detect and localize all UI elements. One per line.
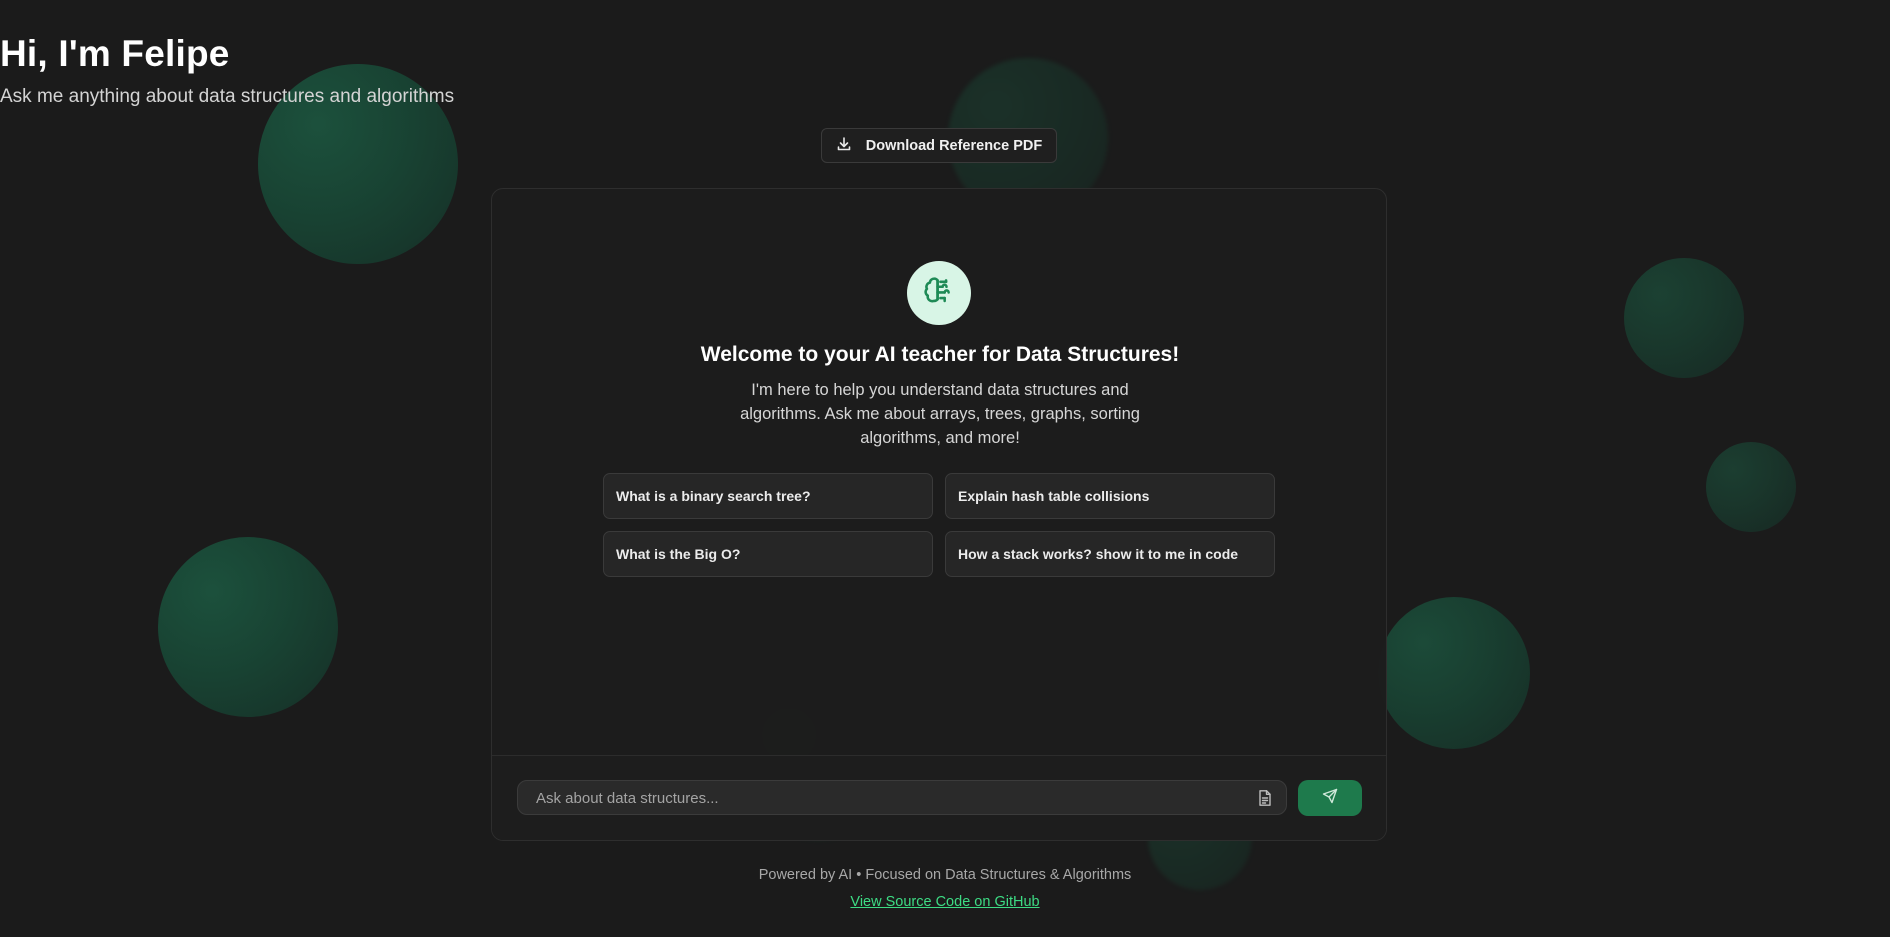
page-title: Hi, I'm Felipe (0, 33, 230, 74)
footer-text: Powered by AI • Focused on Data Structur… (758, 867, 1132, 883)
document-icon[interactable] (1256, 789, 1274, 807)
welcome-text: I'm here to help you understand data str… (740, 381, 1140, 447)
github-link[interactable]: View Source Code on GitHub (850, 894, 1039, 910)
background-orb (1706, 442, 1796, 532)
background-orb (1624, 258, 1744, 378)
send-button[interactable] (1298, 780, 1362, 816)
chat-panel: Welcome to your AI teacher for Data Stru… (491, 188, 1387, 841)
chat-input[interactable] (534, 781, 1238, 816)
suggestion-button[interactable]: What is a binary search tree? (603, 473, 933, 519)
avatar (907, 261, 971, 325)
suggestion-button[interactable]: Explain hash table collisions (945, 473, 1275, 519)
brain-icon (922, 274, 956, 313)
download-pdf-button[interactable]: Download Reference PDF (821, 128, 1057, 163)
background-orb (1378, 597, 1530, 749)
page-subtitle: Ask me anything about data structures an… (0, 86, 455, 107)
welcome-title: Welcome to your AI teacher for Data Stru… (700, 343, 1180, 366)
suggestion-button[interactable]: What is the Big O? (603, 531, 933, 577)
background-orb (158, 537, 338, 717)
suggestion-button[interactable]: How a stack works? show it to me in code (945, 531, 1275, 577)
chat-input-bar (492, 755, 1386, 840)
download-icon (836, 136, 852, 156)
chat-input-wrapper (517, 780, 1287, 816)
send-icon (1322, 788, 1338, 809)
download-pdf-label: Download Reference PDF (865, 137, 1043, 154)
